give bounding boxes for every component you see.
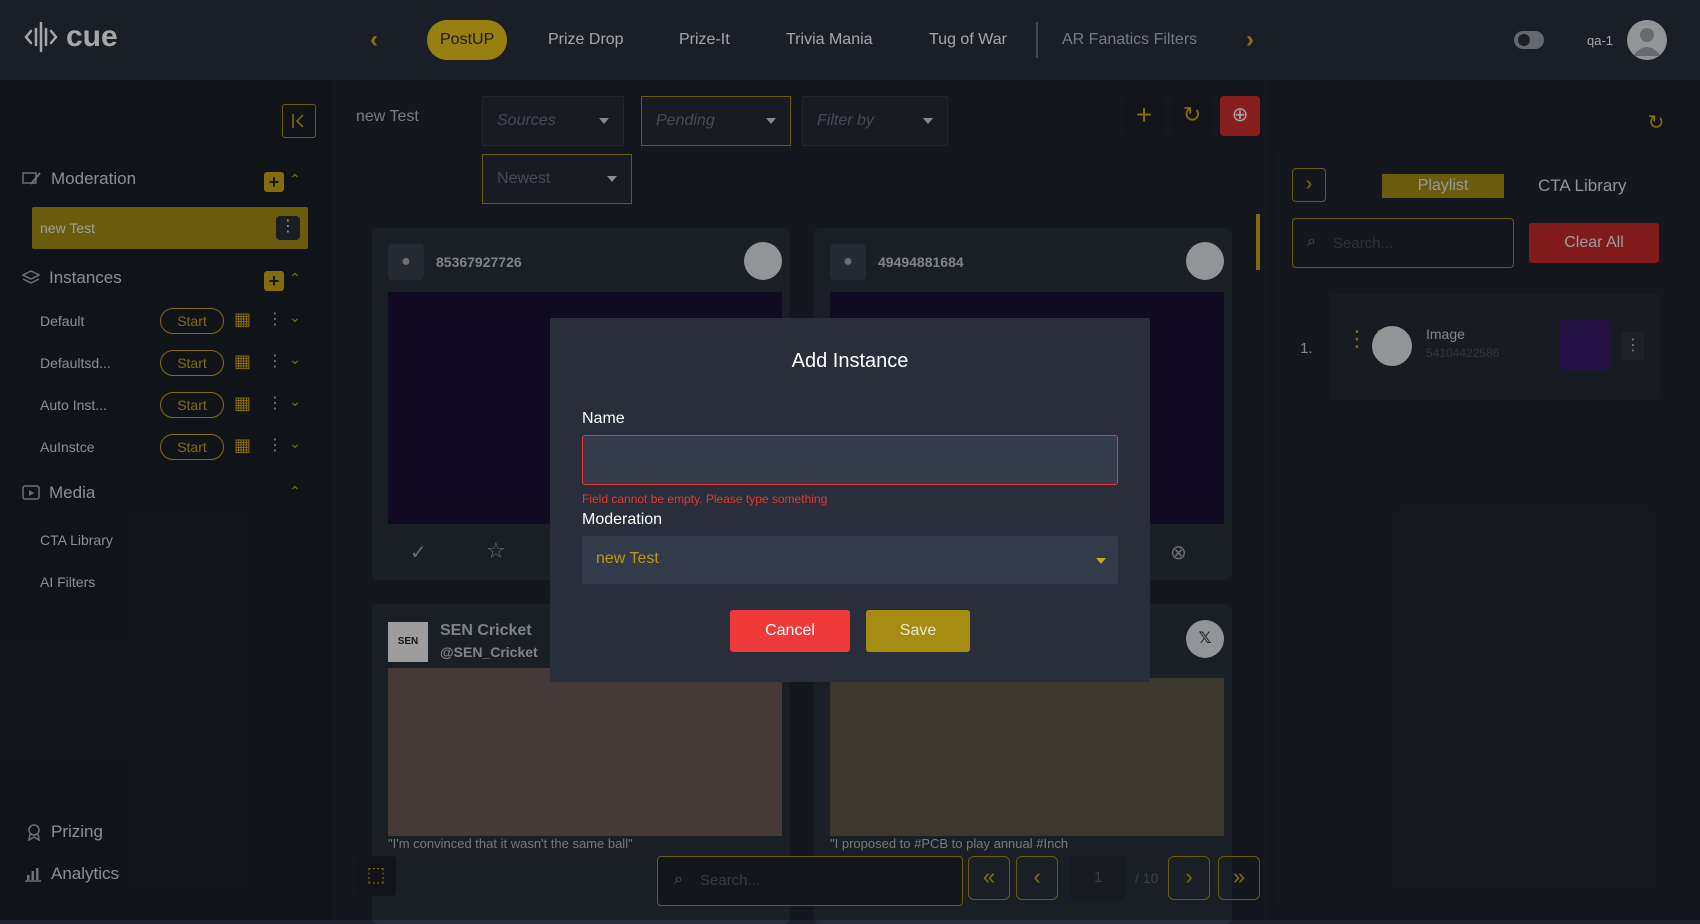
- name-error-message: Field cannot be empty. Please type somet…: [582, 492, 828, 506]
- moderation-field-label: Moderation: [582, 511, 663, 528]
- chevron-down-icon: [1096, 558, 1106, 564]
- moderation-select[interactable]: new Test: [582, 536, 1118, 584]
- moderation-select-value: new Test: [596, 550, 659, 567]
- cancel-button[interactable]: Cancel: [730, 610, 850, 652]
- name-input[interactable]: [582, 435, 1118, 485]
- save-button[interactable]: Save: [866, 610, 970, 652]
- name-label: Name: [582, 410, 625, 427]
- modal-title: Add Instance: [791, 350, 909, 372]
- add-instance-modal: Add Instance Name Field cannot be empty.…: [550, 318, 1150, 682]
